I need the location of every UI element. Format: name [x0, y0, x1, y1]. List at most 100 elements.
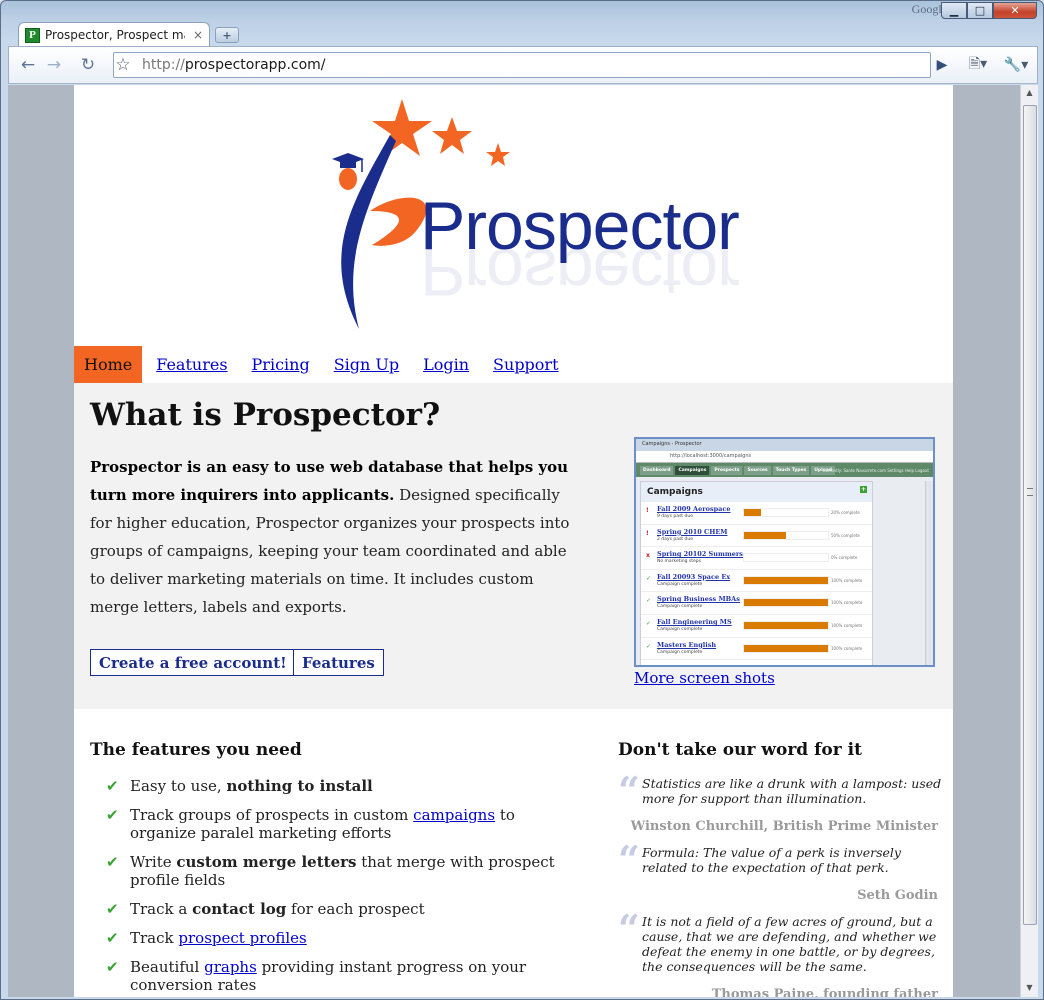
shot-progress-label: 100% complete	[831, 645, 863, 651]
vertical-scrollbar[interactable]: ▲ ▼	[1020, 85, 1038, 997]
quote-author: Winston Churchill, British Prime Ministe…	[630, 819, 938, 834]
nav-home[interactable]: Home	[74, 346, 143, 383]
create-account-button[interactable]: Create a free account!	[90, 649, 296, 676]
scrollbar-grip-icon	[1027, 488, 1033, 496]
quotes-heading: Don't take our word for it	[618, 740, 862, 760]
quote-text: Formula: The value of a perk is inversel…	[642, 845, 901, 875]
shot-tabs: Dashboard Campaigns Prospects Sources Touch …	[640, 465, 836, 475]
feature-item: ✔ Beautiful graphs providing instant prog…	[106, 958, 566, 994]
shot-progress-track	[743, 643, 829, 653]
web-page: Prospector Prospector Home Features Pric…	[74, 85, 953, 997]
nav-login[interactable]: Login	[423, 355, 469, 374]
feature-link[interactable]: graphs	[204, 958, 257, 976]
features-button[interactable]: Features	[293, 649, 384, 676]
shot-campaign-sub: No marketing steps	[657, 559, 701, 565]
shot-campaign-list: ! Fall 2009 Aerospace 9 days past due 20% c…	[641, 502, 872, 661]
feature-bold-text: contact log	[192, 900, 287, 918]
shot-progress-label: 0% complete	[831, 555, 858, 561]
scrollbar-thumb[interactable]	[1023, 105, 1037, 925]
feature-link[interactable]: campaigns	[413, 806, 495, 824]
shot-progress-fill	[744, 599, 828, 607]
feature-item: ✔ Track prospect profiles	[106, 929, 566, 947]
quote-mark-icon: “	[618, 768, 640, 813]
feature-text: Track groups of prospects in custom	[130, 806, 414, 824]
shot-campaign-name: Fall Engineering MS	[657, 617, 732, 626]
shot-campaign-sub: Campaign complete	[657, 604, 703, 610]
shot-campaign-sub: 2 days past due	[657, 536, 693, 542]
feature-text: Track	[130, 929, 179, 947]
scroll-up-icon[interactable]: ▲	[1024, 88, 1035, 99]
shot-campaign-name: Fall 2009 Aerospace	[657, 505, 731, 513]
shot-nav: Dashboard Campaigns Prospects Sources Touch …	[636, 463, 933, 477]
check-icon: ✔	[106, 806, 119, 824]
browser-window: Google ▁ □ ✕ P Prospector, Prospect ma..…	[0, 0, 1044, 1000]
close-window-button[interactable]: ✕	[993, 2, 1037, 19]
quote-author: Thomas Paine, founding father	[711, 987, 938, 997]
forward-icon[interactable]: →	[41, 54, 67, 76]
shot-campaign-row: ! Spring 2010 CHEM 2 days past due 50% comp…	[641, 525, 872, 548]
shot-tab: Dashboard	[640, 465, 674, 475]
shot-campaign-row: ✓ Fall Engineering MS Campaign complete 100…	[641, 615, 872, 638]
more-screenshots-link[interactable]: More screen shots	[634, 669, 775, 687]
shot-campaign-row: ✓ Spring Business MBAs Campaign complete 10…	[641, 592, 872, 615]
browser-toolbar: ← → ↻ ☆ http://prospectorapp.com/ ▶ 🗎▾ 🔧…	[8, 46, 1038, 84]
feature-text: for each prospect	[286, 900, 425, 918]
feature-item: ✔ Easy to use, nothing to install	[106, 777, 566, 795]
shot-tab: Prospects	[711, 465, 743, 475]
nav-signup[interactable]: Sign Up	[334, 355, 399, 374]
feature-link[interactable]: prospect profiles	[178, 929, 306, 947]
shot-status-icon: x	[646, 552, 650, 560]
shot-campaign-name: Masters English	[657, 640, 717, 649]
shot-campaign-name: Fall 20093 Space Ex	[657, 572, 731, 581]
feature-text: Write	[130, 853, 177, 871]
shot-tab: Touch Types	[772, 465, 810, 475]
shot-campaign-sub: Campaign complete	[657, 649, 703, 655]
feature-text: Track a	[130, 900, 193, 918]
shot-progress-track	[743, 598, 829, 608]
tab-close-icon[interactable]: ×	[193, 28, 203, 42]
browser-tab[interactable]: P Prospector, Prospect ma... ×	[18, 22, 210, 47]
shot-status-icon: !	[646, 529, 649, 537]
scroll-down-icon[interactable]: ▼	[1024, 983, 1035, 994]
shot-progress-fill	[744, 531, 786, 539]
shot-status-icon: ✓	[646, 597, 652, 605]
minimize-button[interactable]: ▁	[941, 2, 967, 19]
reload-icon[interactable]: ↻	[75, 54, 101, 76]
shot-campaign-sub: Campaign complete	[657, 626, 703, 632]
quote-author: Seth Godin	[857, 888, 938, 903]
shot-tab: Sources	[744, 465, 771, 475]
maximize-button[interactable]: □	[967, 2, 993, 19]
shot-campaign-sub: Campaign complete	[657, 581, 703, 587]
feature-item: ✔ Track a contact log for each prospect	[106, 900, 566, 918]
check-icon: ✔	[106, 958, 119, 976]
go-icon[interactable]: ▶	[929, 54, 955, 76]
shot-campaign-row: ! Fall 2009 Aerospace 9 days past due 20% c…	[641, 502, 872, 525]
nav-pricing[interactable]: Pricing	[252, 355, 310, 374]
shot-campaign-sub: 9 days past due	[657, 514, 693, 519]
main-nav: Home Features Pricing Sign Up Login Supp…	[74, 346, 559, 383]
app-screenshot[interactable]: Campaigns - Prospector http://localhost:…	[634, 437, 935, 667]
shot-status-icon: ✓	[646, 574, 652, 582]
shot-progress-fill	[744, 576, 828, 584]
shot-campaign-name: Spring 20102 Summers	[657, 550, 743, 559]
nav-support[interactable]: Support	[493, 355, 558, 374]
shot-progress-label: 100% complete	[831, 577, 863, 583]
quote-mark-icon: “	[618, 906, 640, 951]
check-icon: ✔	[106, 777, 119, 795]
shot-progress-track	[743, 575, 829, 585]
new-tab-button[interactable]: +	[215, 27, 239, 43]
address-bar[interactable]: http://prospectorapp.com/	[113, 52, 931, 78]
shot-progress-fill	[744, 509, 761, 516]
feature-text: Easy to use,	[130, 777, 227, 795]
prospector-logo[interactable]: Prospector Prospector	[312, 93, 740, 333]
shot-heading: Campaigns +	[641, 482, 872, 502]
url-scheme: http://	[142, 57, 185, 73]
check-icon: ✔	[106, 853, 119, 871]
bookmark-star-icon[interactable]: ☆	[110, 54, 136, 76]
logo-reflection: Prospector	[420, 234, 739, 310]
back-icon[interactable]: ←	[15, 54, 41, 76]
nav-features[interactable]: Features	[156, 355, 227, 374]
wrench-menu-icon[interactable]: 🔧▾	[999, 54, 1033, 76]
feature-bold-text: custom merge letters	[176, 853, 357, 871]
page-menu-icon[interactable]: 🗎▾	[961, 54, 995, 76]
